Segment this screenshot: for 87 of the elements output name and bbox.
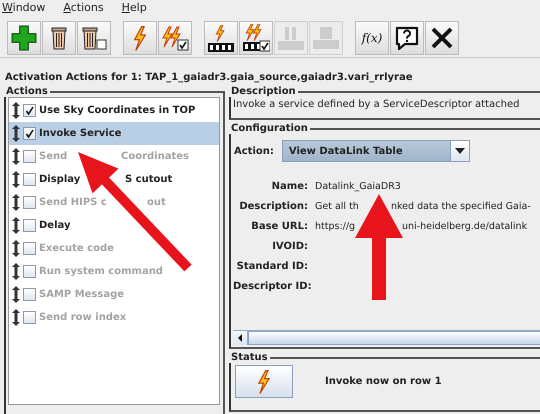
action-label: Execute code (39, 243, 114, 254)
menu-item[interactable]: Window (2, 1, 46, 17)
toolbar-button[interactable] (77, 21, 111, 55)
lightning-filmstrip-icon (242, 24, 270, 52)
caret-icon (454, 148, 465, 154)
trash-icon (82, 26, 106, 50)
field-label: Description: (238, 200, 308, 213)
group-title: Description (230, 86, 297, 97)
toolbar-button[interactable] (425, 21, 459, 55)
plus-icon (11, 25, 37, 51)
stop-icon (313, 27, 339, 49)
drag-handle-icon[interactable] (12, 309, 20, 326)
help-bubble-icon (395, 26, 419, 50)
action-item[interactable]: Use Sky Coordinates in TOP (9, 99, 219, 122)
action-label: Run system command (39, 266, 163, 277)
left-arrow-icon[interactable] (238, 334, 242, 342)
toolbar-button[interactable] (390, 21, 424, 55)
field-label: Name: (270, 180, 308, 193)
description-text: Invoke a service defined by a ServiceDescriptor attached (233, 99, 520, 110)
drag-handle-icon[interactable] (12, 263, 20, 280)
action-label: S cutout (125, 174, 172, 185)
drag-handle-icon[interactable] (12, 286, 20, 303)
action-label: Delay (39, 220, 70, 231)
field-label: Action: (234, 144, 274, 158)
action-label: out (147, 197, 166, 208)
trash-icon (51, 26, 67, 50)
lightning-pair-icon (162, 26, 188, 50)
checkbox[interactable] (23, 219, 36, 232)
toolbar-button[interactable] (42, 21, 76, 55)
field-label: Standard ID: (236, 260, 308, 273)
field-value: Datalink_GaiaDR3 (315, 180, 401, 193)
group-title: Configuration (230, 123, 309, 134)
drag-handle-icon[interactable] (12, 125, 20, 142)
group-title: Actions (5, 86, 49, 97)
toolbar-button[interactable] (239, 21, 273, 55)
action-label: Coordinates (121, 151, 189, 162)
field-label: IVOID: (271, 240, 308, 253)
panel-title: Activation Actions for 1: TAP_1_gaiadr3.gaia_source,gaiadr3.vari_rrlyrae (4, 71, 414, 85)
checkbox[interactable] (23, 173, 36, 186)
menu-item[interactable]: Actions (63, 1, 104, 17)
action-label: SAMP Message (39, 289, 124, 300)
action-label: Send row index (39, 312, 126, 323)
checkbox[interactable] (23, 288, 36, 301)
status-text: Invoke now on row 1 (325, 376, 442, 387)
checkbox[interactable] (23, 150, 36, 163)
action-item[interactable]: Delay (9, 214, 219, 237)
check-icon (25, 106, 34, 115)
action-label: Use Sky Coordinates in TOP (39, 105, 196, 116)
invoke-button[interactable] (235, 365, 293, 398)
drag-handle-icon[interactable] (12, 171, 20, 188)
lightning-filmstrip-icon (208, 24, 234, 52)
field-value: uni-heidelberg.de/datalink (402, 220, 528, 233)
drag-handle-icon[interactable] (12, 102, 20, 119)
field-value: nked data the specified Gaia- (391, 200, 531, 213)
drag-handle-icon[interactable] (12, 148, 20, 165)
field-value: Get all th (315, 200, 359, 213)
field-label: Descriptor ID: (233, 280, 308, 293)
toolbar-button[interactable]: f(x) (355, 21, 389, 55)
menu-item[interactable]: Help (122, 1, 147, 17)
action-item[interactable]: Invoke Service (9, 122, 219, 145)
drag-handle-icon[interactable] (12, 240, 20, 257)
action-item[interactable]: Display S cutout (9, 168, 219, 191)
drag-handle-icon[interactable] (12, 194, 20, 211)
checkbox[interactable] (23, 311, 36, 324)
close-icon (431, 27, 453, 49)
lightning-icon (258, 370, 270, 394)
checkbox[interactable] (23, 104, 36, 117)
checkbox[interactable] (23, 242, 36, 255)
action-dropdown[interactable]: View DataLink Table (282, 140, 470, 162)
lightning-icon (134, 26, 146, 50)
check-icon (25, 129, 34, 138)
group-title: Status (230, 352, 269, 363)
action-label: Invoke Service (39, 128, 122, 139)
checkbox[interactable] (23, 127, 36, 140)
action-label: Send (39, 151, 68, 162)
action-label: Send HIPS c (39, 197, 107, 208)
toolbar-button[interactable] (204, 21, 238, 55)
checkbox[interactable] (23, 196, 36, 209)
action-label: Display (39, 174, 80, 185)
checkbox[interactable] (23, 265, 36, 278)
field-value: https://g (315, 220, 356, 233)
drag-handle-icon[interactable] (12, 217, 20, 234)
horizontal-scrollbar[interactable] (233, 330, 540, 345)
field-label: Base URL: (250, 220, 308, 233)
toolbar-button[interactable] (7, 21, 41, 55)
pause-icon (278, 26, 304, 50)
toolbar-button[interactable] (158, 21, 192, 55)
